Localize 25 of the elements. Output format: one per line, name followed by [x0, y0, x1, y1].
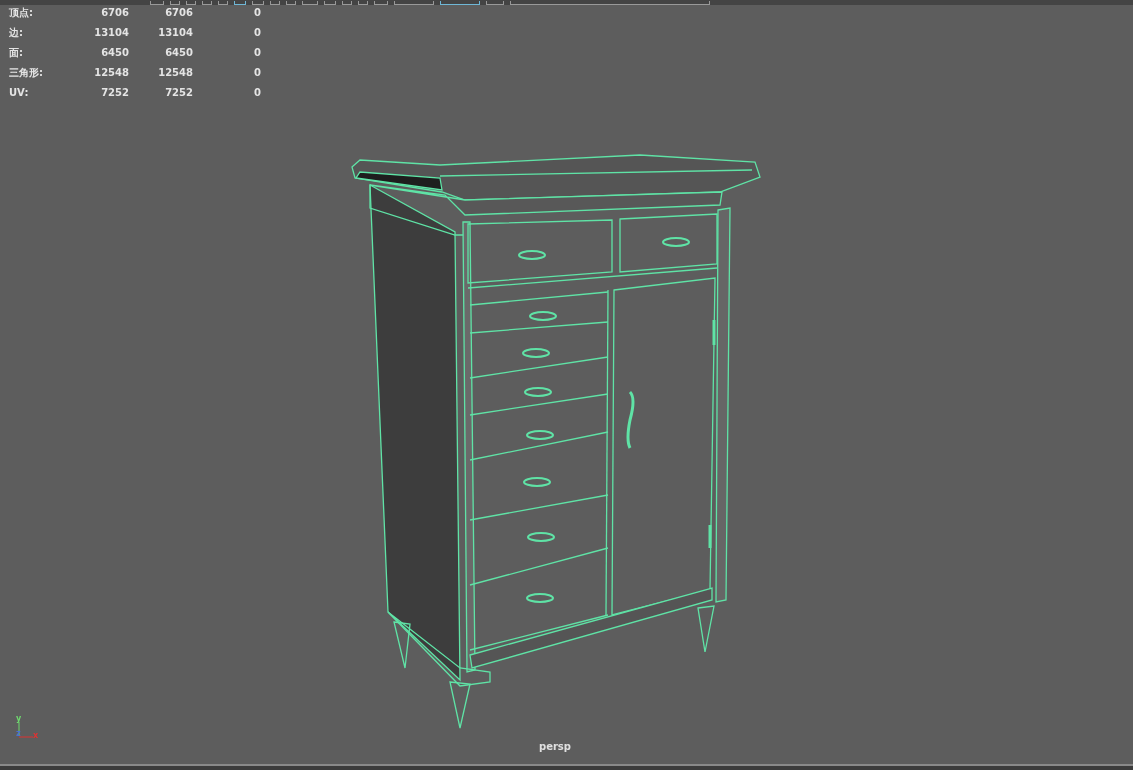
stat-value: 7252 — [100, 86, 129, 100]
stat-value: 13104 — [93, 26, 129, 40]
stat-value: 6706 — [164, 6, 193, 20]
axis-label: z — [16, 730, 21, 738]
stat-value: 7252 — [164, 86, 193, 100]
stat-label: 顶点: — [9, 6, 34, 20]
stat-label: 面: — [9, 46, 24, 60]
stat-label: 三角形: — [9, 66, 44, 80]
stat-value: 0 — [253, 6, 261, 20]
stat-value: 6450 — [164, 46, 193, 60]
axis-label: x — [33, 732, 39, 740]
stat-value: 0 — [253, 86, 261, 100]
stat-value: 6450 — [100, 46, 129, 60]
stat-value: 13104 — [157, 26, 193, 40]
stat-label: UV: — [9, 86, 30, 100]
camera-label: persp — [539, 741, 571, 752]
axis-drawing — [18, 721, 34, 738]
stat-value: 12548 — [93, 66, 129, 80]
stat-value: 0 — [253, 26, 261, 40]
axis-label: y — [16, 715, 22, 723]
stat-value: 12548 — [157, 66, 193, 80]
stat-value: 0 — [253, 46, 261, 60]
stat-label: 边: — [9, 26, 24, 40]
stat-value: 0 — [253, 66, 261, 80]
stat-value: 6706 — [100, 6, 129, 20]
